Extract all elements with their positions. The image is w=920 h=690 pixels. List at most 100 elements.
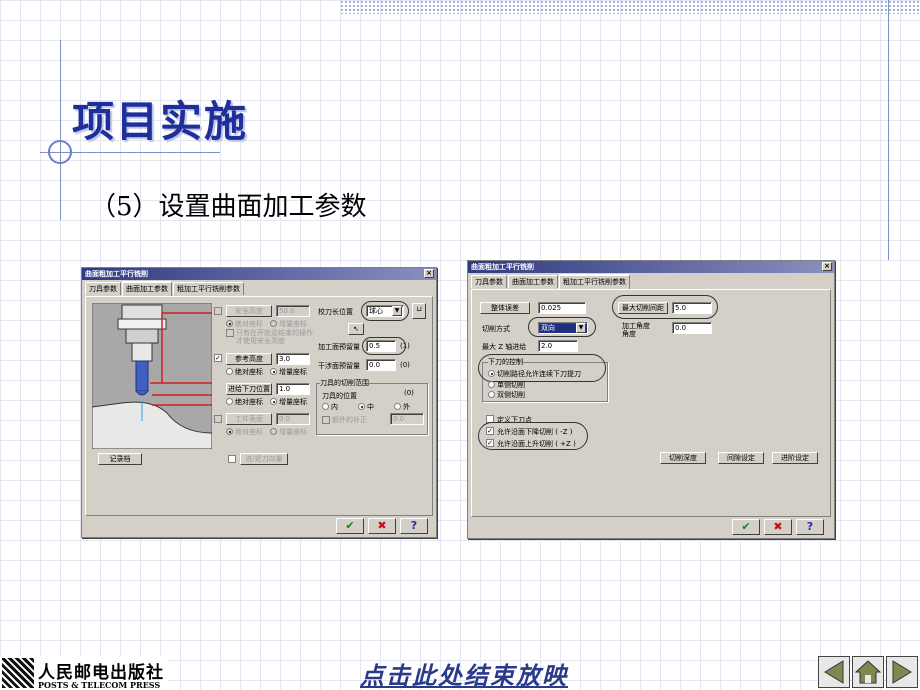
feed-plane-field[interactable]: 1.0 [276,383,310,395]
machining-angle-field[interactable]: 0.0 [672,322,712,334]
highlight-oval [362,337,406,355]
tip-comp-label: 校刀长位置 [318,308,353,316]
pointer-select-button[interactable]: ↖ [348,323,364,335]
feed-abs-label: 绝对座标 [235,398,263,406]
help-button[interactable]: ? [400,518,428,534]
safe-height-field[interactable]: 50.0 [276,305,310,317]
tab-tool-params[interactable]: 刀具参数 [85,282,121,295]
pos-out-label: 外 [403,403,410,411]
stock-drive-label: 加工面预留量 [318,343,360,351]
feed-plane-button[interactable]: 进给下刀位置 [226,383,272,395]
pos-center-radio[interactable] [358,403,365,410]
record-button[interactable]: 记录档 [98,453,142,465]
home-icon [854,660,882,684]
parallel-params-dialog: 曲面粗加工平行铣削 × 刀具参数 曲面加工参数 粗加工平行铣削参数 整体误差 0.02… [467,260,835,539]
tab-surface-params[interactable]: 曲面加工参数 [508,275,558,288]
extra-offset-label: 额外的补正 [332,416,367,424]
safe-abs-radio[interactable] [226,320,233,327]
cut-depth-button[interactable]: 切削深度 [660,452,706,464]
boundary-group-label: 刀具的切削范围 [320,378,369,388]
feed-abs-radio[interactable] [226,398,233,405]
check-count-label: (0) [400,361,410,369]
tab-parallel-params[interactable]: 粗加工平行铣削参数 [559,274,630,289]
ref-height-checkbox[interactable]: ✓ [214,354,222,362]
tab-panel: 安全高度 50.0 绝对座标 增量座标 只有在开始及结束的操作 才使用安全高度 … [85,296,433,516]
close-button[interactable]: × [424,269,434,278]
machining-angle-sublabel: 角度 [622,330,636,338]
extra-offset-field[interactable]: 0.0 [390,413,424,425]
gap-settings-button[interactable]: 间隙设定 [718,452,764,464]
tab-strip: 刀具参数 曲面加工参数 粗加工平行铣削参数 [471,274,631,289]
only-start-end-checkbox[interactable] [226,329,234,337]
surface-params-dialog: 曲面粗加工平行铣削 × 刀具参数 曲面加工参数 粗加工平行铣削参数 安全高度 50.0… [81,267,437,538]
pos-in-radio[interactable] [322,403,329,410]
max-stepdown-field[interactable]: 2.0 [538,340,578,352]
stock-check-label: 干涉面预留量 [318,362,360,370]
publisher-name-en: POSTS & TELECOM PRESS [38,680,161,690]
help-button[interactable]: ? [796,519,824,535]
home-button[interactable] [852,656,884,688]
work-surface-field[interactable]: 0.0 [276,413,310,425]
tab-tool-params[interactable]: 刀具参数 [471,275,507,288]
dialog-titlebar: 曲面粗加工平行铣削 × [468,261,834,273]
boundary-count-label: (0) [404,389,414,397]
plunge-opt2-radio[interactable] [488,381,495,388]
extra-offset-checkbox[interactable] [322,416,330,424]
feed-inc-label: 增量座标 [279,398,307,406]
publisher-logo: 人民邮电出版社 POSTS & TELECOM PRESS [0,656,168,690]
cancel-button[interactable]: ✖ [368,518,396,534]
highlight-oval [612,295,718,319]
tab-surface-params[interactable]: 曲面加工参数 [122,281,172,296]
close-button[interactable]: × [822,262,832,271]
ok-button[interactable]: ✔ [732,519,760,535]
ref-abs-radio[interactable] [226,368,233,375]
arrow-right-icon [892,660,912,684]
plunge-opt2-label: 单侧切削 [497,381,525,389]
slide-title: 项目实施 [72,97,249,146]
tab-panel: 整体误差 0.025 最大切削间距 5.0 切削方式 双向 ▼ 加工角度 角度 0… [471,289,831,517]
safe-inc-radio[interactable] [270,320,277,327]
ref-height-field[interactable]: 3.0 [276,353,310,365]
only-start-end-label2: 才使用安全高度 [236,337,285,345]
slide-subtitle: （5）设置曲面加工参数 [90,192,367,222]
left-accent-line [60,40,61,220]
safe-height-button[interactable]: 安全高度 [226,305,272,317]
highlight-oval [528,317,596,337]
stock-check-field[interactable]: 0.0 [366,359,396,371]
advanced-settings-button[interactable]: 进阶设定 [772,452,818,464]
vertical-accent-line [888,0,889,260]
plunge-opt3-label: 双侧切削 [497,391,525,399]
top-dotted-band [340,0,920,14]
dir-vector-button[interactable]: 进/退刀向量 [240,453,288,465]
dialog-titlebar: 曲面粗加工平行铣削 × [82,268,436,280]
tool-illustration [92,303,212,449]
cancel-button[interactable]: ✖ [764,519,792,535]
tool-pos-label: 刀具的位置 [322,392,357,400]
feed-inc-radio[interactable] [270,398,277,405]
work-surface-button[interactable]: 工件表面 [226,413,272,425]
safe-height-checkbox[interactable] [214,307,222,315]
cut-method-label: 切削方式 [482,325,510,333]
tab-strip: 刀具参数 曲面加工参数 粗加工平行铣削参数 [85,281,245,296]
tolerance-button[interactable]: 整体误差 [480,302,530,314]
crosshair-ornament [48,140,72,164]
next-slide-button[interactable] [886,656,918,688]
ok-button[interactable]: ✔ [336,518,364,534]
dir-vector-checkbox[interactable] [228,455,236,463]
pos-center-label: 中 [367,403,374,411]
tab-parallel-params[interactable]: 粗加工平行铣削参数 [173,282,244,295]
work-surface-checkbox[interactable] [214,415,222,423]
highlight-oval [478,422,588,450]
ref-height-button[interactable]: 参考高度 [226,353,272,365]
pos-out-radio[interactable] [394,403,401,410]
work-abs-radio[interactable] [226,428,233,435]
highlight-oval [478,354,606,382]
end-show-link[interactable]: 点击此处结束放映 [360,656,568,690]
work-inc-radio[interactable] [270,428,277,435]
plunge-opt3-radio[interactable] [488,391,495,398]
prev-slide-button[interactable] [818,656,850,688]
tolerance-field[interactable]: 0.025 [538,302,586,314]
tip-comp-preview-button[interactable]: ⊔ [412,303,426,319]
ref-inc-radio[interactable] [270,368,277,375]
publisher-mark-icon [2,658,34,688]
